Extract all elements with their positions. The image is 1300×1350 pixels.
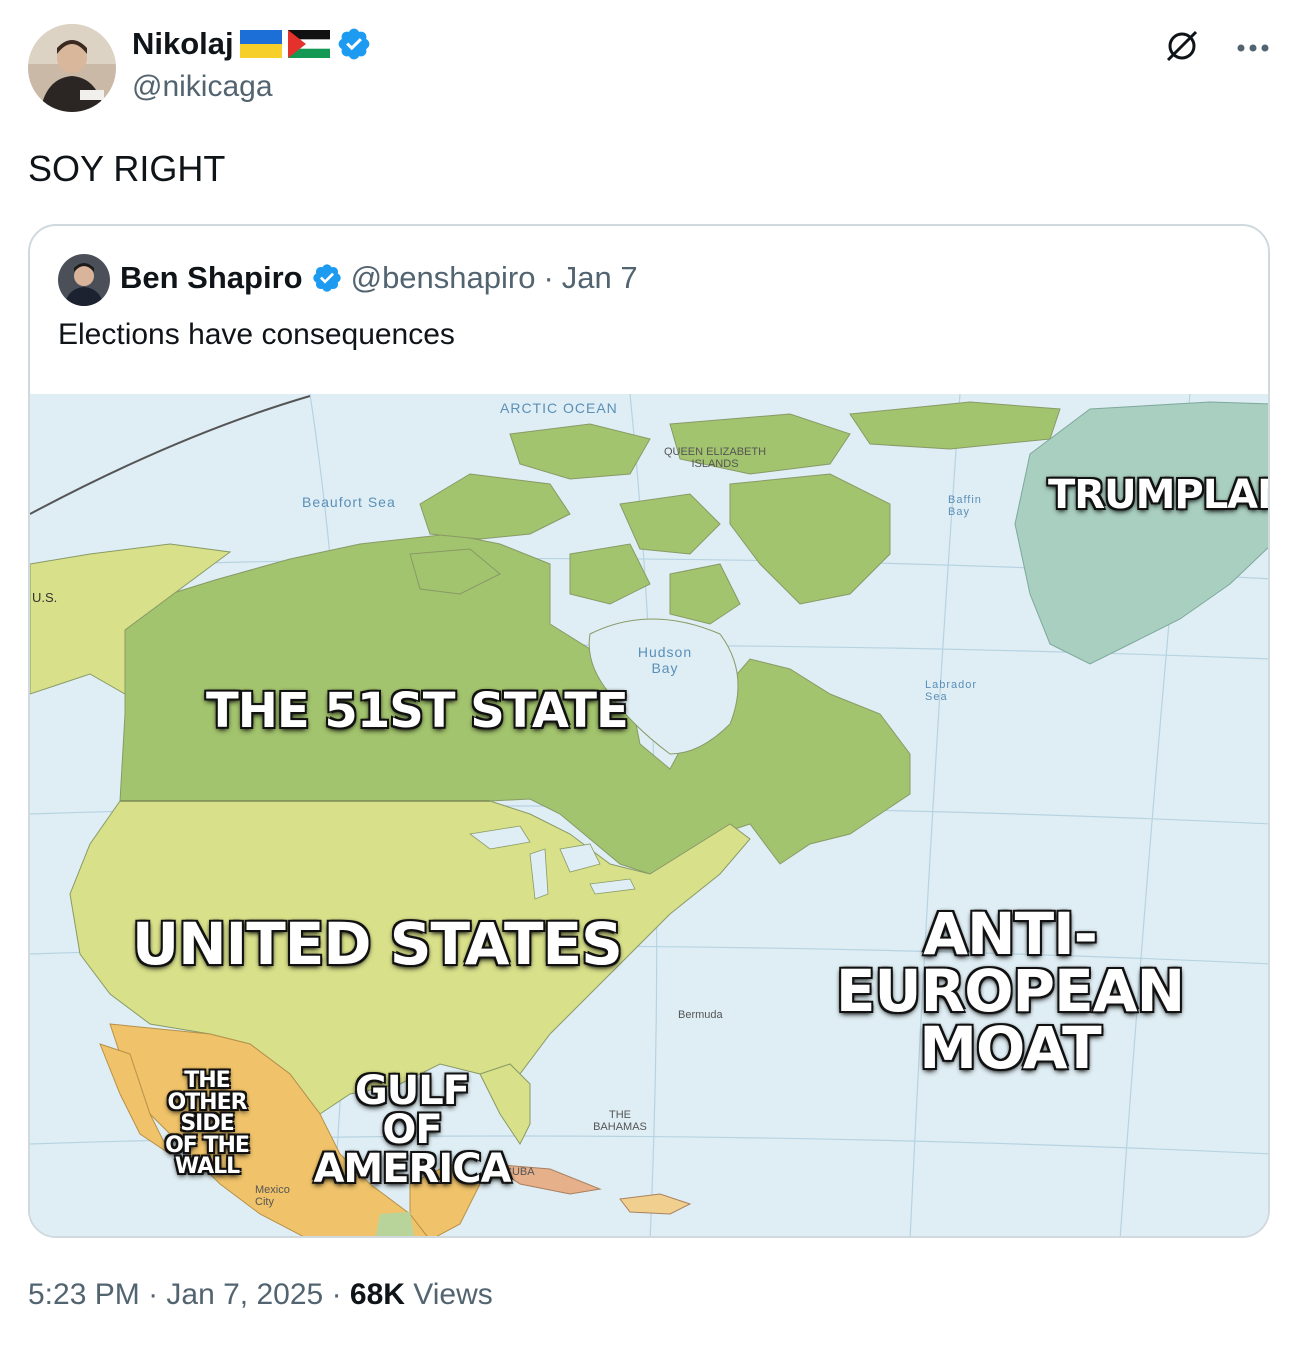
map-label-beaufort: Beaufort Sea (302, 494, 396, 510)
label-gulf-line1: GULF (354, 1068, 470, 1114)
grok-icon[interactable] (1162, 26, 1202, 71)
label-wall-line3: OF THE WALL (165, 1132, 250, 1180)
quoted-handle[interactable]: @benshapiro (351, 260, 536, 296)
top-actions (1162, 26, 1270, 71)
map-image[interactable]: ARCTIC OCEAN Beaufort Sea Hudson Bay U.S… (30, 393, 1268, 1236)
quoted-date[interactable]: Jan 7 (562, 260, 638, 296)
quoted-avatar[interactable] (58, 254, 110, 306)
verified-badge-icon[interactable] (336, 26, 372, 62)
tweet-text: SOY RIGHT (28, 148, 226, 189)
map-label-us: U.S. (32, 590, 58, 605)
map-label-mexico-city: Mexico City (255, 1184, 290, 1208)
footer-sep-2: · (331, 1278, 342, 1311)
label-other-side-of-wall: THE OTHER SIDE OF THE WALL (142, 1070, 272, 1178)
label-gulf-line2: OF AMERICA (313, 1107, 511, 1193)
more-icon[interactable] (1236, 40, 1270, 58)
map-label-labrador: Labrador Sea (925, 679, 978, 703)
author-name[interactable]: Nikolaj (132, 26, 234, 62)
ukraine-flag-icon (239, 30, 282, 58)
tweet-time[interactable]: 5:23 PM (28, 1278, 140, 1311)
map-label-queen-elizabeth: QUEEN ELIZABETH ISLANDS (663, 446, 767, 470)
views-count: 68K (349, 1278, 405, 1311)
quoted-header: Ben Shapiro @benshapiro · Jan 7 (120, 260, 638, 296)
map-label-hudson: Hudson Bay (637, 644, 693, 676)
quoted-tweet[interactable]: Ben Shapiro @benshapiro · Jan 7 Election… (28, 224, 1270, 1238)
label-united-states: UNITED STATES (132, 910, 623, 978)
label-moat-line1: ANTI-EUROPEAN (835, 900, 1185, 1025)
label-wall-line1: THE (184, 1068, 230, 1093)
quoted-text: Elections have consequences (58, 318, 455, 351)
map-label-baffin: Baffin Bay (948, 494, 982, 518)
label-wall-line2: OTHER SIDE (167, 1089, 247, 1137)
map-label-bahamas: THE BAHAMAS (593, 1109, 647, 1133)
author-avatar[interactable] (28, 24, 116, 112)
author-row: Nikolaj (132, 26, 372, 62)
label-moat-line2: MOAT (919, 1013, 1101, 1082)
label-51st-state: THE 51ST STATE (206, 683, 629, 739)
quoted-sep: · (543, 260, 554, 295)
quoted-verified-icon (311, 262, 343, 294)
footer-sep-1: · (148, 1278, 159, 1311)
label-anti-european-moat: ANTI-EUROPEAN MOAT (790, 900, 1230, 1082)
map-label-arctic: ARCTIC OCEAN (500, 400, 618, 416)
tweet-footer: 5:23 PM · Jan 7, 2025 · 68K Views (28, 1278, 493, 1312)
label-trumpland: TRUMPLAND (1048, 472, 1268, 518)
tweet-date[interactable]: Jan 7, 2025 (166, 1278, 323, 1311)
views-label: Views (413, 1278, 493, 1311)
map-label-bermuda: Bermuda (678, 1009, 723, 1021)
label-gulf-of-america: GULF OF AMERICA (302, 1068, 522, 1193)
author-handle[interactable]: @nikicaga (132, 70, 273, 104)
quoted-name[interactable]: Ben Shapiro (120, 260, 303, 296)
palestine-flag-icon (287, 30, 330, 58)
